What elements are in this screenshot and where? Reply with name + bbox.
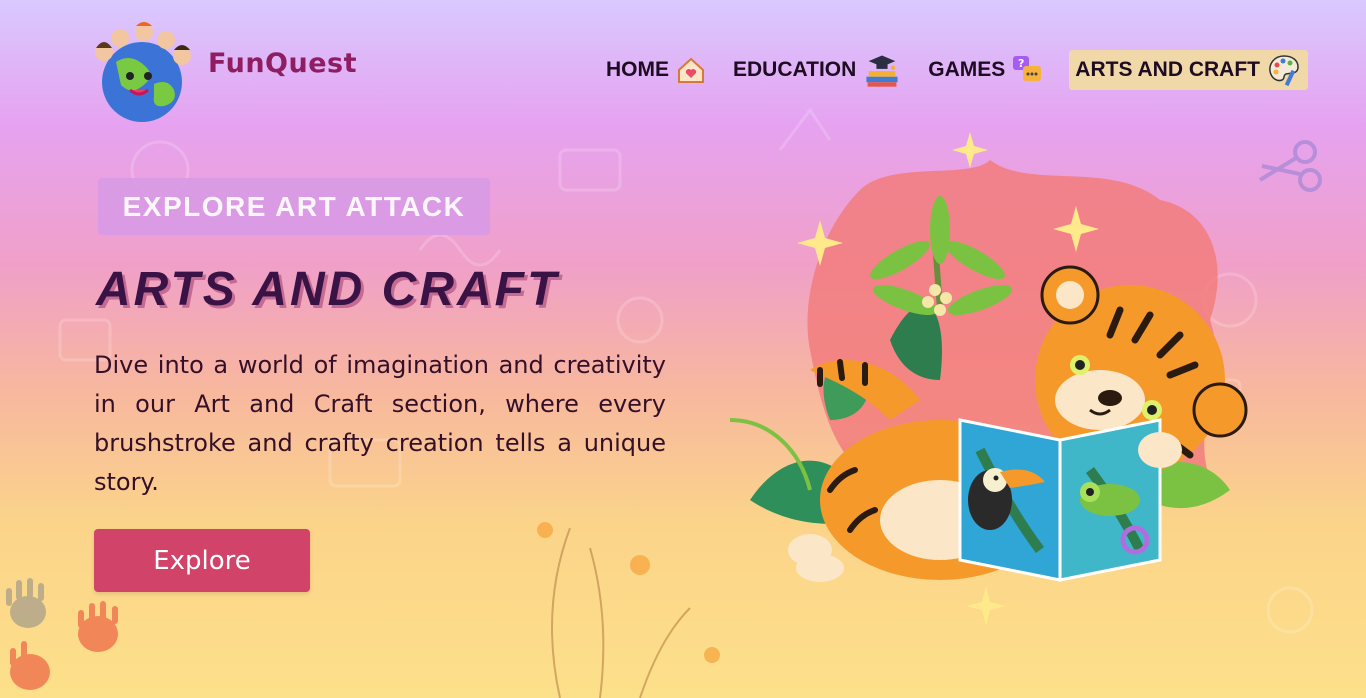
nav-item-label: HOME xyxy=(606,58,669,81)
main-nav: HOME EDUCATION GAMES ? ARTS AND CRAFT xyxy=(606,50,1309,90)
page-title: ARTS AND CRAFT xyxy=(96,263,560,316)
nav-item-label: ARTS AND CRAFT xyxy=(1075,58,1261,81)
nav-item-games[interactable]: GAMES ? xyxy=(928,54,1043,86)
site-header: FunQuest HOME EDUCATION GAMES ? ARTS AND… xyxy=(0,0,1366,122)
nav-item-label: EDUCATION xyxy=(733,58,857,81)
palette-brush-icon xyxy=(1269,55,1299,87)
home-heart-icon xyxy=(678,57,704,83)
tiger-reading-illustration xyxy=(729,132,1248,626)
hero-eyebrow: EXPLORE ART ATTACK xyxy=(98,178,490,235)
nav-item-arts-and-craft[interactable]: ARTS AND CRAFT xyxy=(1069,50,1309,90)
chat-bubbles-icon: ? xyxy=(1013,56,1042,81)
brand-name[interactable]: FunQuest xyxy=(208,48,357,79)
earth-kids-logo-icon xyxy=(95,22,191,122)
hero-description: Dive into a world of imagination and cre… xyxy=(94,351,666,496)
handprint-left xyxy=(6,578,46,628)
graduation-books-icon xyxy=(866,55,898,87)
nav-item-label: GAMES xyxy=(928,58,1006,81)
nav-item-home[interactable]: HOME xyxy=(606,54,707,86)
open-book xyxy=(958,418,1162,582)
explore-button[interactable]: Explore xyxy=(94,529,310,592)
nav-item-education[interactable]: EDUCATION xyxy=(733,50,902,90)
